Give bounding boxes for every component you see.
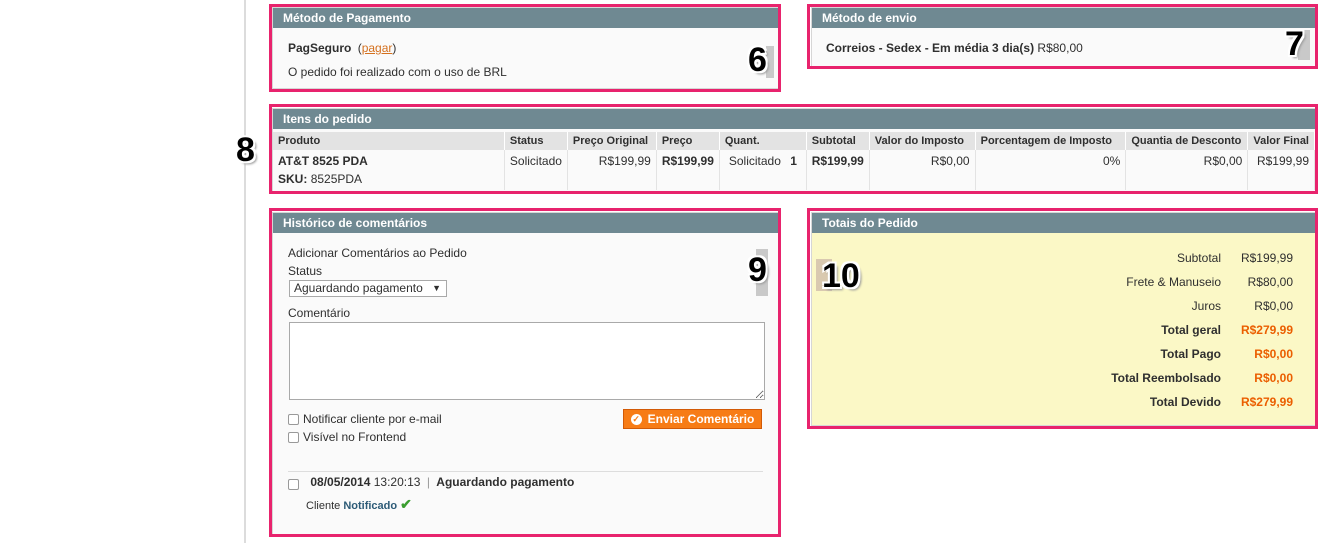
highlight-frame-items xyxy=(269,104,1318,194)
left-column-divider xyxy=(244,0,246,543)
highlight-frame-history xyxy=(269,208,781,537)
highlight-frame-totals xyxy=(807,208,1318,429)
highlight-frame-payment xyxy=(269,4,781,92)
marker-8: 8 xyxy=(236,131,255,169)
highlight-frame-shipping xyxy=(807,4,1318,69)
